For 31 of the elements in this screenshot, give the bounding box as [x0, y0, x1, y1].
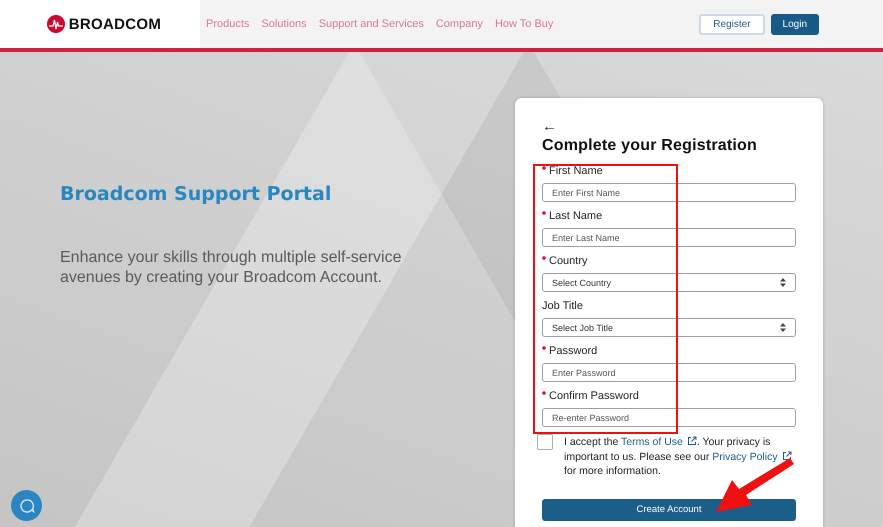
updown-icon	[780, 278, 786, 287]
chat-icon	[18, 498, 34, 514]
register-button[interactable]: Register	[699, 14, 765, 34]
checkbox[interactable]	[537, 434, 553, 450]
input-field[interactable]: Enter First Name	[542, 183, 796, 202]
field-label: Password	[549, 345, 598, 357]
hero-title: Broadcom Support Portal	[60, 183, 332, 205]
login-button[interactable]: Login	[770, 14, 819, 34]
field-label: Country	[549, 255, 588, 267]
logo-icon	[46, 15, 65, 33]
field-label: First Name	[549, 165, 603, 177]
external-link-icon	[782, 450, 792, 460]
input-field[interactable]: Re-enter Password	[542, 408, 796, 427]
terms-link[interactable]: Terms of Use	[621, 436, 697, 448]
input-field[interactable]: Enter Last Name	[542, 228, 796, 247]
hero-text: Enhance your skills through multiple self-service avenues by creating your Broadcom Account.	[60, 248, 402, 288]
field-label: Job Title	[542, 300, 583, 312]
input-field[interactable]: Enter Password	[542, 363, 796, 382]
field-label: Last Name	[549, 210, 602, 222]
chat-button[interactable]	[11, 490, 42, 521]
field-label: Confirm Password	[549, 390, 639, 402]
logo-text: BROADCOM	[68, 16, 162, 32]
privacy-link[interactable]: Privacy Policy	[712, 450, 792, 462]
external-link-icon	[686, 436, 697, 446]
back-button[interactable]: ←	[542, 120, 557, 134]
create-account-button[interactable]: Create Account	[542, 498, 796, 520]
select-field[interactable]: Select Job Title	[542, 318, 796, 337]
consent-text: I accept the Terms of Use . Your privacy is important to us. Please see our Privacy Policy for more information.	[564, 435, 794, 478]
select-field[interactable]: Select Country	[542, 273, 796, 292]
form-title: Complete your Registration	[542, 137, 758, 155]
updown-icon	[780, 323, 786, 332]
